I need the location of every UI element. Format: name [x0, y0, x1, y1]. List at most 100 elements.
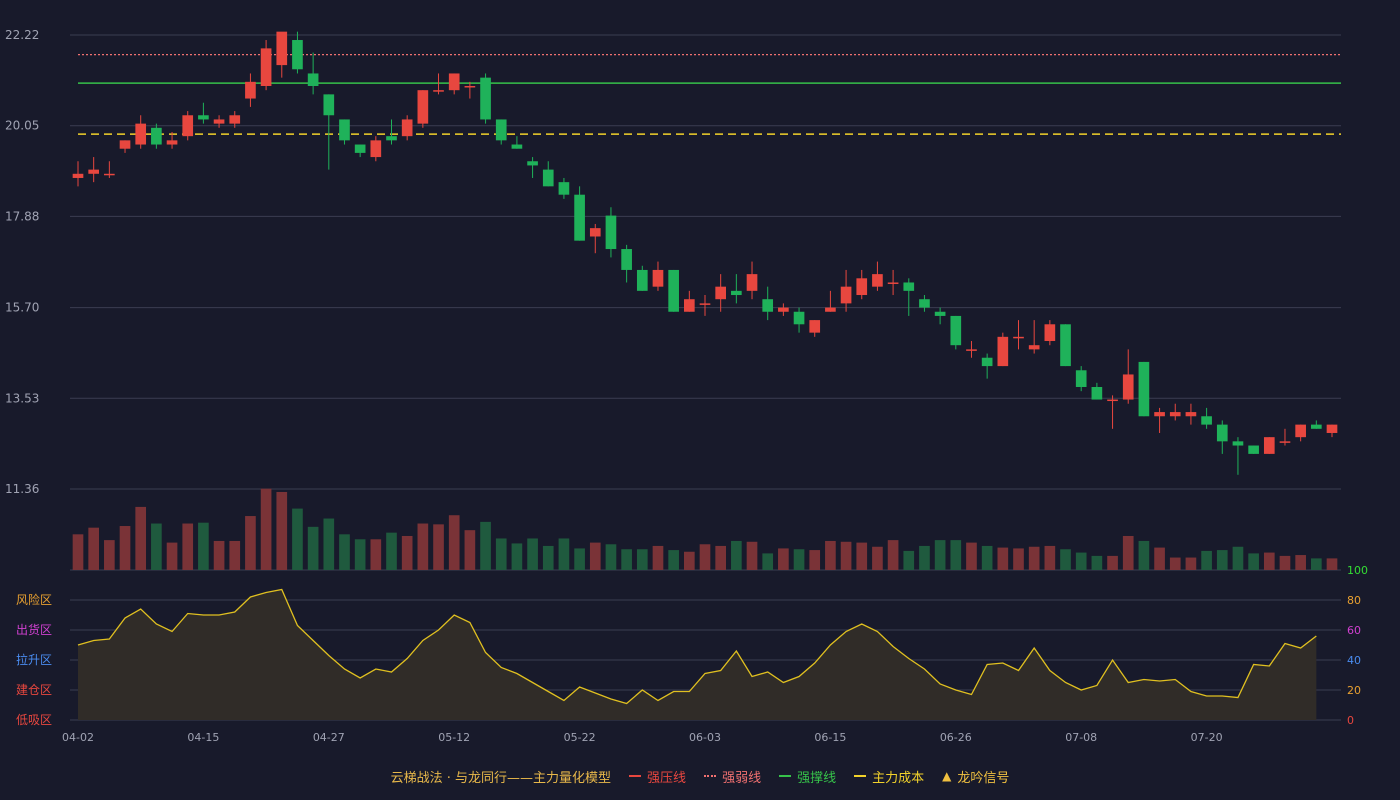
zone-label: 拉升区 [16, 652, 52, 667]
candle-body [1138, 361, 1150, 417]
legend-item-cost[interactable]: 主力成本 [854, 767, 924, 786]
candlestick [825, 290, 836, 312]
candlestick [746, 261, 758, 300]
candle-body [1044, 324, 1056, 342]
candlestick [495, 119, 507, 145]
candle-body [182, 115, 194, 137]
candlestick [589, 223, 601, 254]
volume-bar [464, 530, 476, 570]
volume-bar [1138, 540, 1150, 570]
volume-bar [88, 527, 100, 570]
candle-body [354, 144, 366, 153]
indicator-tick-label: 80 [1347, 594, 1361, 607]
candlesticks [72, 31, 1338, 475]
volume-bar [527, 538, 538, 570]
candle-body [589, 228, 601, 237]
candlestick [856, 269, 868, 300]
legend-item-weak[interactable]: 强弱线 [704, 767, 761, 786]
candle-body [119, 140, 131, 149]
volume-bar [417, 523, 429, 570]
volume-bar [1279, 555, 1291, 570]
volume-bar [1075, 552, 1087, 570]
volume-bars [72, 488, 1338, 570]
legend-label: 主力成本 [872, 770, 925, 786]
legend-label: 强撑线 [797, 770, 837, 786]
candlestick [919, 295, 930, 312]
candle-body [950, 315, 962, 346]
indicator-tick-label: 20 [1347, 684, 1361, 697]
candle-body [934, 311, 946, 316]
weak-line-swatch [704, 775, 717, 777]
candle-body [104, 173, 115, 176]
volume-bar [323, 518, 335, 570]
volume-bar [919, 545, 930, 570]
volume-bar [793, 549, 805, 570]
date-tick-label: 06-15 [814, 731, 846, 744]
volume-bar [213, 540, 225, 570]
volume-bar [731, 540, 742, 570]
volume-bar [166, 542, 178, 570]
candle-body [480, 77, 491, 120]
candlestick [731, 274, 742, 304]
candlestick [1122, 349, 1134, 404]
candle-body [433, 90, 444, 92]
date-tick-label: 04-02 [62, 731, 94, 744]
candlestick [542, 161, 554, 187]
candle-body [292, 40, 303, 70]
volume-bar [558, 538, 570, 570]
volume-bar [1107, 555, 1118, 570]
volume-bar [950, 540, 962, 570]
candle-body [1310, 424, 1322, 429]
candle-body [793, 311, 805, 325]
candlestick [370, 136, 382, 162]
indicator-tick-label: 0 [1347, 714, 1354, 727]
candle-body [198, 115, 209, 120]
volume-bar [809, 550, 821, 570]
legend-item-signal[interactable]: ▲ 龙吟信号 [942, 767, 1009, 786]
volume-bar [699, 544, 711, 570]
candle-body [699, 303, 711, 305]
date-tick-label: 05-12 [438, 731, 470, 744]
candle-body [1060, 324, 1071, 367]
volume-bar [903, 550, 915, 570]
candle-body [229, 115, 241, 124]
candlestick [1263, 437, 1275, 454]
volume-bar [966, 542, 977, 570]
date-tick-label: 06-03 [689, 731, 721, 744]
volume-bar [981, 545, 993, 570]
volume-bar [589, 542, 601, 570]
candle-body [872, 274, 883, 287]
candlestick [480, 73, 491, 124]
legend-item-support[interactable]: 强撑线 [779, 767, 836, 786]
volume-bar [1232, 546, 1244, 570]
volume-bar [1028, 546, 1040, 570]
candlestick [88, 157, 100, 183]
candlestick [1044, 320, 1056, 346]
legend-label: 强弱线 [722, 770, 762, 786]
legend-label: 龙吟信号 [957, 770, 1010, 786]
date-axis-ticks: 04-02 04-15 04-27 05-12 05-22 06-03 06-15 06-26… [62, 731, 1223, 744]
candlestick [966, 341, 977, 358]
candlestick [401, 115, 413, 141]
support-line-swatch [779, 775, 792, 777]
volume-bar [354, 539, 366, 570]
indicator-panel [77, 588, 1317, 720]
legend: 云梯战法 · 与龙同行——主力量化模型 强压线 强弱线 强撑线 主力成本 ▲ 龙… [0, 764, 1400, 788]
candlestick [1013, 320, 1024, 350]
volume-bar [245, 516, 256, 570]
candlestick [1232, 437, 1244, 475]
legend-title: 云梯战法 · 与龙同行——主力量化模型 [390, 770, 612, 786]
candle-body [1216, 424, 1228, 442]
candlestick [72, 161, 84, 187]
volume-bar [448, 515, 460, 570]
candlestick [276, 31, 288, 78]
legend-item-resistance[interactable]: 强压线 [629, 767, 686, 786]
volume-bar [1201, 550, 1212, 570]
candlestick [809, 320, 821, 337]
candlestick [715, 274, 727, 312]
candle-body [715, 286, 727, 300]
candle-body [386, 136, 397, 141]
candlestick [135, 115, 147, 149]
volume-bar [401, 535, 413, 570]
candlestick [511, 136, 523, 149]
